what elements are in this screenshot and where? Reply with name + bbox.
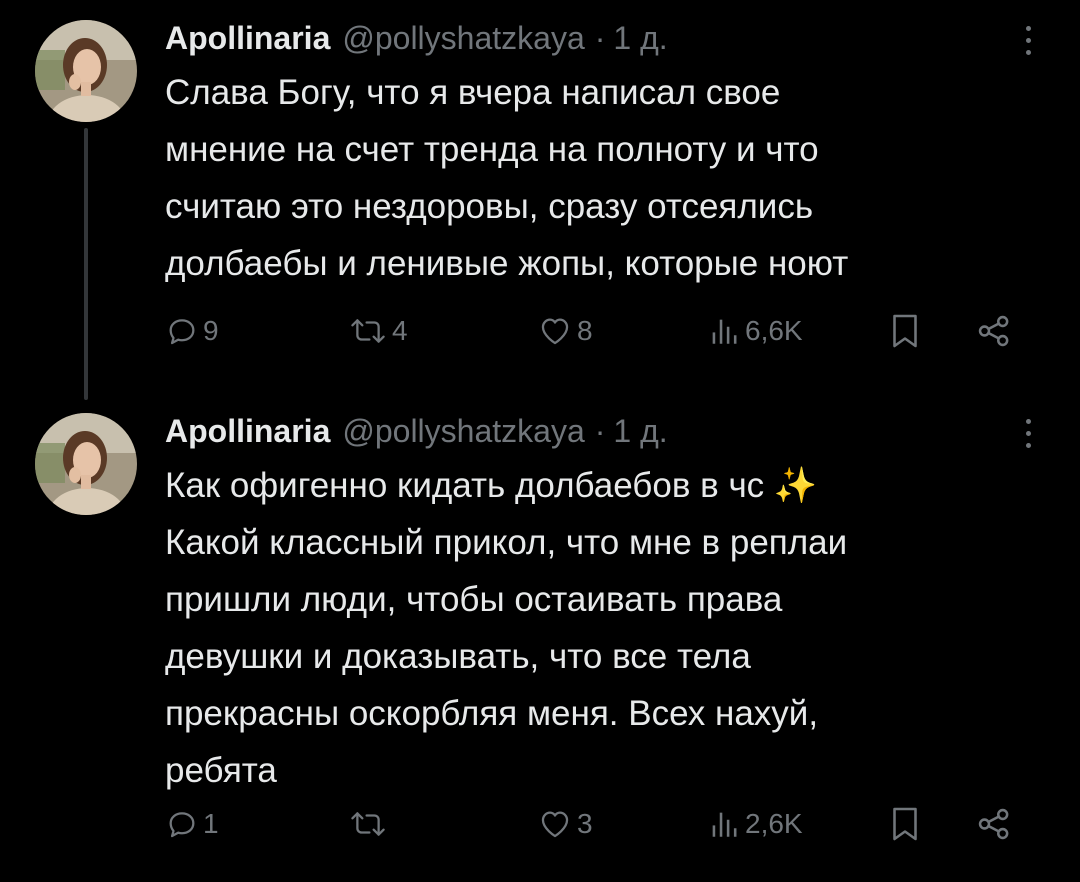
share-button[interactable]	[975, 799, 1013, 849]
bookmark-icon	[887, 804, 923, 844]
tweet-text-line: мнение на счет тренда на полноту и что	[165, 130, 819, 169]
tweet-actions: 9 4 8 6,6K	[165, 306, 1025, 356]
tweet-text-line: прекрасны оскорбляя меня. Всех нахуй,	[165, 694, 819, 733]
reply-button[interactable]: 1	[165, 799, 219, 849]
separator-dot: ·	[594, 19, 606, 56]
retweet-button[interactable]	[348, 799, 392, 849]
avatar[interactable]	[35, 413, 137, 515]
separator-dot: ·	[594, 412, 606, 449]
tweet-header: Apollinaria @pollyshatzkaya · 1 д.	[165, 407, 668, 455]
tweet-text: Как офигенно кидать долбаебов в чс ✨ Как…	[165, 457, 1045, 799]
heart-icon	[537, 314, 573, 348]
timestamp[interactable]: 1 д.	[613, 20, 667, 57]
retweet-button[interactable]: 4	[348, 306, 408, 356]
tweet-text-line: девушки и доказывать, что все тела	[165, 637, 751, 676]
views-button[interactable]: 6,6K	[707, 306, 803, 356]
tweet-header: Apollinaria @pollyshatzkaya · 1 д.	[165, 14, 668, 62]
tweet-text: Слава Богу, что я вчера написал свое мне…	[165, 64, 1045, 292]
like-count: 3	[577, 808, 593, 839]
reply-icon	[165, 314, 199, 348]
views-chart-icon	[707, 314, 741, 348]
tweet-text-line: считаю это нездоровы, сразу отсеялись	[165, 187, 814, 226]
share-icon	[975, 312, 1013, 350]
tweet-text-line: долбаебы и ленивые жопы, которые ноют	[165, 244, 849, 283]
tweet-text-line: Какой классный прикол, что мне в реплаи	[165, 523, 848, 562]
author-handle[interactable]: @pollyshatzkaya	[342, 20, 584, 57]
timestamp[interactable]: 1 д.	[613, 413, 667, 450]
tweet-text-line: пришли люди, чтобы остаивать права	[165, 580, 783, 619]
tweet-actions: 1 3 2,6K	[165, 799, 1025, 849]
more-options-icon[interactable]	[1016, 22, 1040, 58]
retweet-icon	[348, 807, 388, 841]
bookmark-button[interactable]	[887, 306, 923, 356]
avatar[interactable]	[35, 20, 137, 122]
tweet-text-line: Как офигенно кидать долбаебов в чс ✨	[165, 466, 818, 505]
reply-count: 9	[203, 315, 219, 346]
like-button[interactable]: 3	[537, 799, 593, 849]
views-button[interactable]: 2,6K	[707, 799, 803, 849]
views-count: 6,6K	[745, 315, 803, 346]
reply-button[interactable]: 9	[165, 306, 219, 356]
share-icon	[975, 805, 1013, 843]
author-name[interactable]: Apollinaria	[165, 413, 330, 450]
retweet-count: 4	[392, 315, 408, 346]
more-options-icon[interactable]	[1016, 415, 1040, 451]
tweet-text-line: Слава Богу, что я вчера написал свое	[165, 73, 781, 112]
heart-icon	[537, 807, 573, 841]
bookmark-button[interactable]	[887, 799, 923, 849]
retweet-icon	[348, 314, 388, 348]
author-handle[interactable]: @pollyshatzkaya	[342, 413, 584, 450]
like-count: 8	[577, 315, 593, 346]
reply-icon	[165, 807, 199, 841]
thread-connector-line	[84, 128, 88, 400]
share-button[interactable]	[975, 306, 1013, 356]
bookmark-icon	[887, 311, 923, 351]
tweet-text-line: ребята	[165, 751, 277, 790]
like-button[interactable]: 8	[537, 306, 593, 356]
views-chart-icon	[707, 807, 741, 841]
author-name[interactable]: Apollinaria	[165, 20, 330, 57]
views-count: 2,6K	[745, 808, 803, 839]
reply-count: 1	[203, 808, 219, 839]
